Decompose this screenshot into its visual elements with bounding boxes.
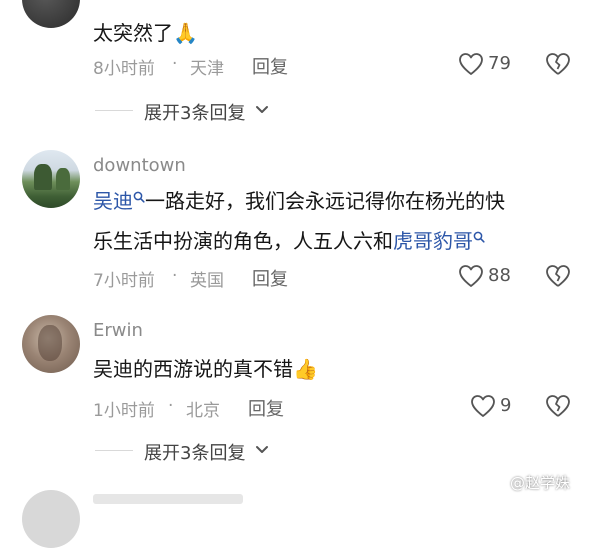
meta-separator: · bbox=[168, 396, 174, 416]
chevron-down-icon[interactable] bbox=[254, 442, 270, 458]
comment-time: 1小时前 bbox=[93, 401, 155, 421]
comment-line-1: 吴迪 一路走好，我们会永远记得你在杨光的快 bbox=[93, 186, 505, 216]
mention-link[interactable]: 虎哥豹哥 bbox=[393, 229, 473, 253]
avatar[interactable] bbox=[22, 150, 80, 208]
like-count: 88 bbox=[488, 265, 511, 286]
comment-line-2: 乐生活中扮演的角色，人五人六和虎哥豹哥 bbox=[93, 226, 485, 256]
username[interactable]: downtown bbox=[93, 155, 186, 176]
avatar[interactable] bbox=[22, 0, 80, 28]
next-comment-preview bbox=[93, 494, 243, 504]
comment-time: 8小时前 bbox=[93, 59, 155, 79]
comment-time: 7小时前 bbox=[93, 271, 155, 291]
broken-heart-icon[interactable] bbox=[545, 264, 571, 288]
broken-heart-icon[interactable] bbox=[545, 394, 571, 418]
expand-divider bbox=[95, 450, 133, 451]
comment-text: 一路走好，我们会永远记得你在杨光的快 bbox=[145, 189, 505, 213]
meta-separator: · bbox=[172, 266, 178, 286]
search-icon[interactable] bbox=[133, 191, 145, 203]
reply-button[interactable]: 回复 bbox=[252, 53, 288, 79]
meta-separator: · bbox=[172, 54, 178, 74]
like-count: 9 bbox=[500, 395, 512, 416]
reply-button[interactable]: 回复 bbox=[248, 395, 284, 421]
watermark: @赵学姝 bbox=[510, 474, 571, 492]
comment-text: 太突然了🙏 bbox=[93, 21, 198, 45]
comment-location: 天津 bbox=[190, 59, 224, 79]
comment-location: 英国 bbox=[190, 271, 224, 291]
comment-text: 乐生活中扮演的角色，人五人六和 bbox=[93, 229, 393, 253]
comment-location: 北京 bbox=[186, 401, 220, 421]
expand-replies-button[interactable]: 展开3条回复 bbox=[144, 439, 245, 465]
reply-button[interactable]: 回复 bbox=[252, 265, 288, 291]
heart-icon[interactable] bbox=[458, 52, 484, 76]
avatar[interactable] bbox=[22, 490, 80, 548]
heart-icon[interactable] bbox=[458, 264, 484, 288]
like-count: 79 bbox=[488, 53, 511, 74]
search-icon[interactable] bbox=[473, 231, 485, 243]
username[interactable]: Erwin bbox=[93, 320, 143, 341]
broken-heart-icon[interactable] bbox=[545, 52, 571, 76]
chevron-down-icon[interactable] bbox=[254, 102, 270, 118]
expand-divider bbox=[95, 110, 133, 111]
mention-link[interactable]: 吴迪 bbox=[93, 189, 133, 213]
avatar[interactable] bbox=[22, 315, 80, 373]
expand-replies-button[interactable]: 展开3条回复 bbox=[144, 99, 245, 125]
comment-text: 吴迪的西游说的真不错👍 bbox=[93, 357, 318, 381]
heart-icon[interactable] bbox=[470, 394, 496, 418]
